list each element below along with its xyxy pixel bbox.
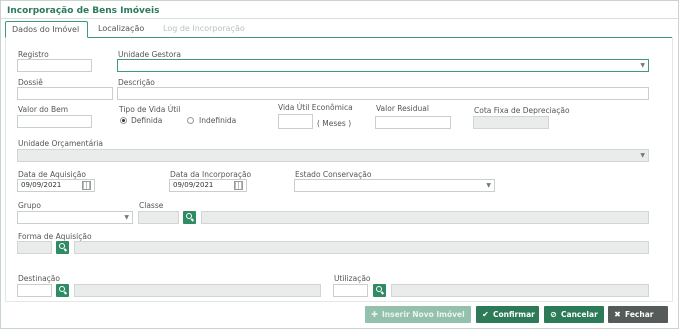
- meses-unit: ( Meses ): [317, 119, 352, 128]
- grupo-label: Grupo: [18, 201, 41, 210]
- calendar-icon[interactable]: [82, 181, 91, 190]
- definida-radio[interactable]: [120, 117, 127, 124]
- estado-conservacao-select[interactable]: ▼: [294, 179, 495, 192]
- unidade-orcamentaria-select: ▼: [17, 149, 649, 162]
- indefinida-radio[interactable]: [187, 117, 194, 124]
- incorporacao-window: Incorporação de Bens Imóveis Dados do Im…: [0, 0, 679, 329]
- classe-label: Classe: [139, 201, 164, 210]
- vida-util-input[interactable]: [278, 114, 313, 129]
- inserir-label: Inserir Novo Imóvel: [382, 310, 465, 319]
- definida-label: Definida: [131, 116, 163, 125]
- plus-icon: ✚: [371, 310, 378, 319]
- data-aquisicao-input[interactable]: 09/09/2021: [17, 179, 95, 192]
- data-incorporacao-input[interactable]: 09/09/2021: [169, 179, 247, 192]
- classe-code-input: [138, 211, 179, 224]
- data-incorporacao-value: 09/09/2021: [173, 181, 214, 189]
- descricao-label: Descrição: [118, 78, 155, 87]
- destinacao-description-input: [74, 284, 321, 297]
- destinacao-search-button[interactable]: [56, 284, 69, 297]
- utilizacao-description-input: [391, 284, 649, 297]
- check-icon: ✔: [482, 310, 489, 319]
- tab-log-de-incorporacao: Log de Incorporação: [163, 24, 245, 33]
- indefinida-label: Indefinida: [199, 116, 237, 125]
- data-incorporacao-label: Data da Incorporação: [170, 170, 252, 179]
- valor-residual-input[interactable]: [375, 116, 451, 129]
- chevron-down-icon: ▼: [124, 214, 129, 221]
- cota-fixa-label: Cota Fixa de Depreciação: [474, 106, 570, 115]
- data-aquisicao-value: 09/09/2021: [21, 181, 62, 189]
- inserir-novo-imovel-button: ✚ Inserir Novo Imóvel: [365, 306, 471, 323]
- data-aquisicao-label: Data de Aquisição: [18, 170, 86, 179]
- estado-conservacao-label: Estado Conservação: [295, 170, 372, 179]
- valor-bem-label: Valor do Bem: [18, 105, 69, 114]
- utilizacao-label: Utilização: [334, 274, 371, 283]
- destinacao-label: Destinação: [18, 274, 60, 283]
- classe-description-input: [201, 211, 649, 224]
- utilizacao-code-input[interactable]: [333, 284, 368, 297]
- cancelar-label: Cancelar: [561, 310, 598, 319]
- window-title: Incorporação de Bens Imóveis: [7, 6, 160, 16]
- confirmar-button[interactable]: ✔ Confirmar: [476, 306, 539, 323]
- title-divider: [1, 18, 678, 19]
- unidade-gestora-select[interactable]: ▼: [117, 59, 649, 72]
- calendar-icon[interactable]: [234, 181, 243, 190]
- fechar-label: Fechar: [625, 310, 654, 319]
- unidade-gestora-label: Unidade Gestora: [118, 50, 181, 59]
- x-icon: ✖: [614, 310, 621, 319]
- descricao-input[interactable]: [117, 87, 649, 100]
- forma-aquisicao-description-input: [74, 241, 649, 254]
- valor-residual-label: Valor Residual: [376, 104, 429, 113]
- utilizacao-search-button[interactable]: [373, 284, 386, 297]
- confirmar-label: Confirmar: [493, 310, 535, 319]
- unidade-orcamentaria-label: Unidade Orçamentária: [18, 139, 103, 148]
- tab-dados-do-imovel[interactable]: Dados do Imóvel: [5, 21, 88, 38]
- ban-icon: ⊘: [550, 310, 557, 319]
- cota-fixa-input: [473, 116, 549, 129]
- chevron-down-icon: ▼: [640, 62, 645, 69]
- destinacao-code-input[interactable]: [17, 284, 52, 297]
- fechar-button[interactable]: ✖ Fechar: [608, 306, 668, 323]
- forma-aquisicao-label: Forma de Aquisição: [18, 232, 92, 241]
- chevron-down-icon: ▼: [486, 182, 491, 189]
- classe-search-button[interactable]: [183, 211, 196, 224]
- cancelar-button[interactable]: ⊘ Cancelar: [544, 306, 604, 323]
- valor-bem-input[interactable]: [17, 115, 92, 128]
- grupo-select[interactable]: ▼: [17, 211, 133, 224]
- tab-localizacao[interactable]: Localização: [92, 21, 150, 38]
- vida-util-label: Vida Útil Econômica: [278, 103, 353, 112]
- tipo-vida-util-label: Tipo de Vida Útil: [119, 105, 181, 114]
- forma-aquisicao-search-button[interactable]: [56, 241, 69, 254]
- forma-aquisicao-code-input: [17, 241, 52, 254]
- registro-input[interactable]: [17, 59, 92, 72]
- dossie-input[interactable]: [17, 87, 113, 100]
- registro-label: Registro: [18, 50, 49, 59]
- chevron-down-icon: ▼: [640, 152, 645, 159]
- dossie-label: Dossiê: [18, 78, 43, 87]
